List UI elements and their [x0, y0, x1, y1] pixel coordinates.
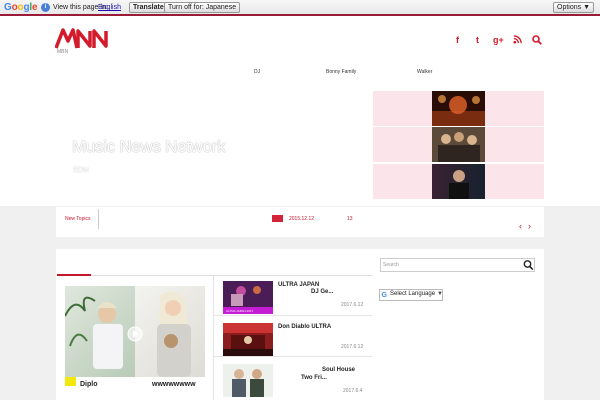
- options-button[interactable]: Options ▼: [553, 2, 594, 13]
- article-thumbnail[interactable]: [223, 364, 273, 397]
- news-ticker-label: New Topics: [65, 216, 91, 222]
- turn-off-button[interactable]: Turn off for: Japanese: [164, 2, 241, 13]
- news-date: 2015.12.12: [289, 216, 315, 222]
- article-thumbnail[interactable]: [223, 323, 273, 356]
- prev-arrow-icon[interactable]: ‹: [519, 221, 522, 231]
- search-input[interactable]: [380, 258, 535, 272]
- feature-image[interactable]: [65, 286, 205, 377]
- slide-thumbnail-artist[interactable]: [432, 164, 485, 199]
- play-icon[interactable]: [127, 326, 143, 342]
- article-date: 2017.6.12: [341, 302, 364, 308]
- search-icon[interactable]: [532, 35, 542, 45]
- rss-icon[interactable]: [513, 35, 522, 44]
- language-select-label: Select Language: [390, 291, 436, 297]
- language-link[interactable]: English: [98, 4, 121, 11]
- article-title[interactable]: Don Diablo ULTRA: [278, 324, 331, 330]
- nav-item-walker[interactable]: Walker: [417, 69, 432, 75]
- feature-badge: [65, 377, 76, 386]
- google-g-icon: G: [381, 291, 388, 298]
- nav-item-dj[interactable]: DJ: [254, 69, 260, 75]
- article-title-line2[interactable]: Two Fri...: [301, 375, 327, 381]
- article-title[interactable]: Soul House: [322, 367, 355, 373]
- nav-item-bonny-family[interactable]: Bonny Family: [326, 69, 356, 75]
- svg-text:G: G: [382, 292, 388, 298]
- twitter-icon[interactable]: t: [476, 35, 479, 45]
- next-arrow-icon[interactable]: ›: [528, 221, 531, 231]
- article-thumbnail[interactable]: ULTRA JAPAN 2017: [223, 281, 273, 314]
- search-placeholder: Search: [383, 262, 399, 268]
- slide-thumbnail-group[interactable]: [432, 127, 485, 162]
- feature-image-right: [135, 286, 205, 377]
- article-title-line2[interactable]: DJ Ge...: [311, 289, 333, 295]
- slide-thumbnail-concert[interactable]: [432, 91, 485, 126]
- feature-title-left[interactable]: Diplo: [80, 381, 98, 388]
- divider: [98, 209, 99, 229]
- hero-subtitle: EDM: [73, 167, 89, 174]
- chevron-down-icon: ▼: [437, 291, 443, 297]
- article-tag: ULTRA JAPAN 2017: [226, 309, 254, 313]
- facebook-icon[interactable]: f: [456, 35, 459, 45]
- japan-flag-icon: [272, 215, 283, 222]
- info-icon[interactable]: i: [41, 3, 50, 12]
- translate-button[interactable]: Translate: [129, 2, 168, 13]
- news-ticker: [56, 207, 544, 237]
- article-title[interactable]: ULTRA JAPAN: [278, 282, 319, 288]
- hero-title: Music News Network: [72, 137, 226, 156]
- feature-title-right[interactable]: wwwwwwww: [152, 381, 196, 388]
- feature-image-left: [65, 286, 135, 377]
- logo-subtitle: MBN: [57, 49, 69, 55]
- google-logo: Google: [4, 2, 38, 13]
- article-date: 2017.6.4: [343, 388, 363, 394]
- site-logo[interactable]: [55, 27, 110, 49]
- search-icon[interactable]: [523, 259, 534, 271]
- google-plus-icon[interactable]: g+: [493, 35, 504, 45]
- article-date: 2017.6.12: [341, 344, 364, 350]
- tab-active-indicator[interactable]: [57, 274, 91, 276]
- news-count[interactable]: 13: [347, 216, 353, 222]
- translate-bar: Google i View this page in: English Tran…: [0, 0, 600, 16]
